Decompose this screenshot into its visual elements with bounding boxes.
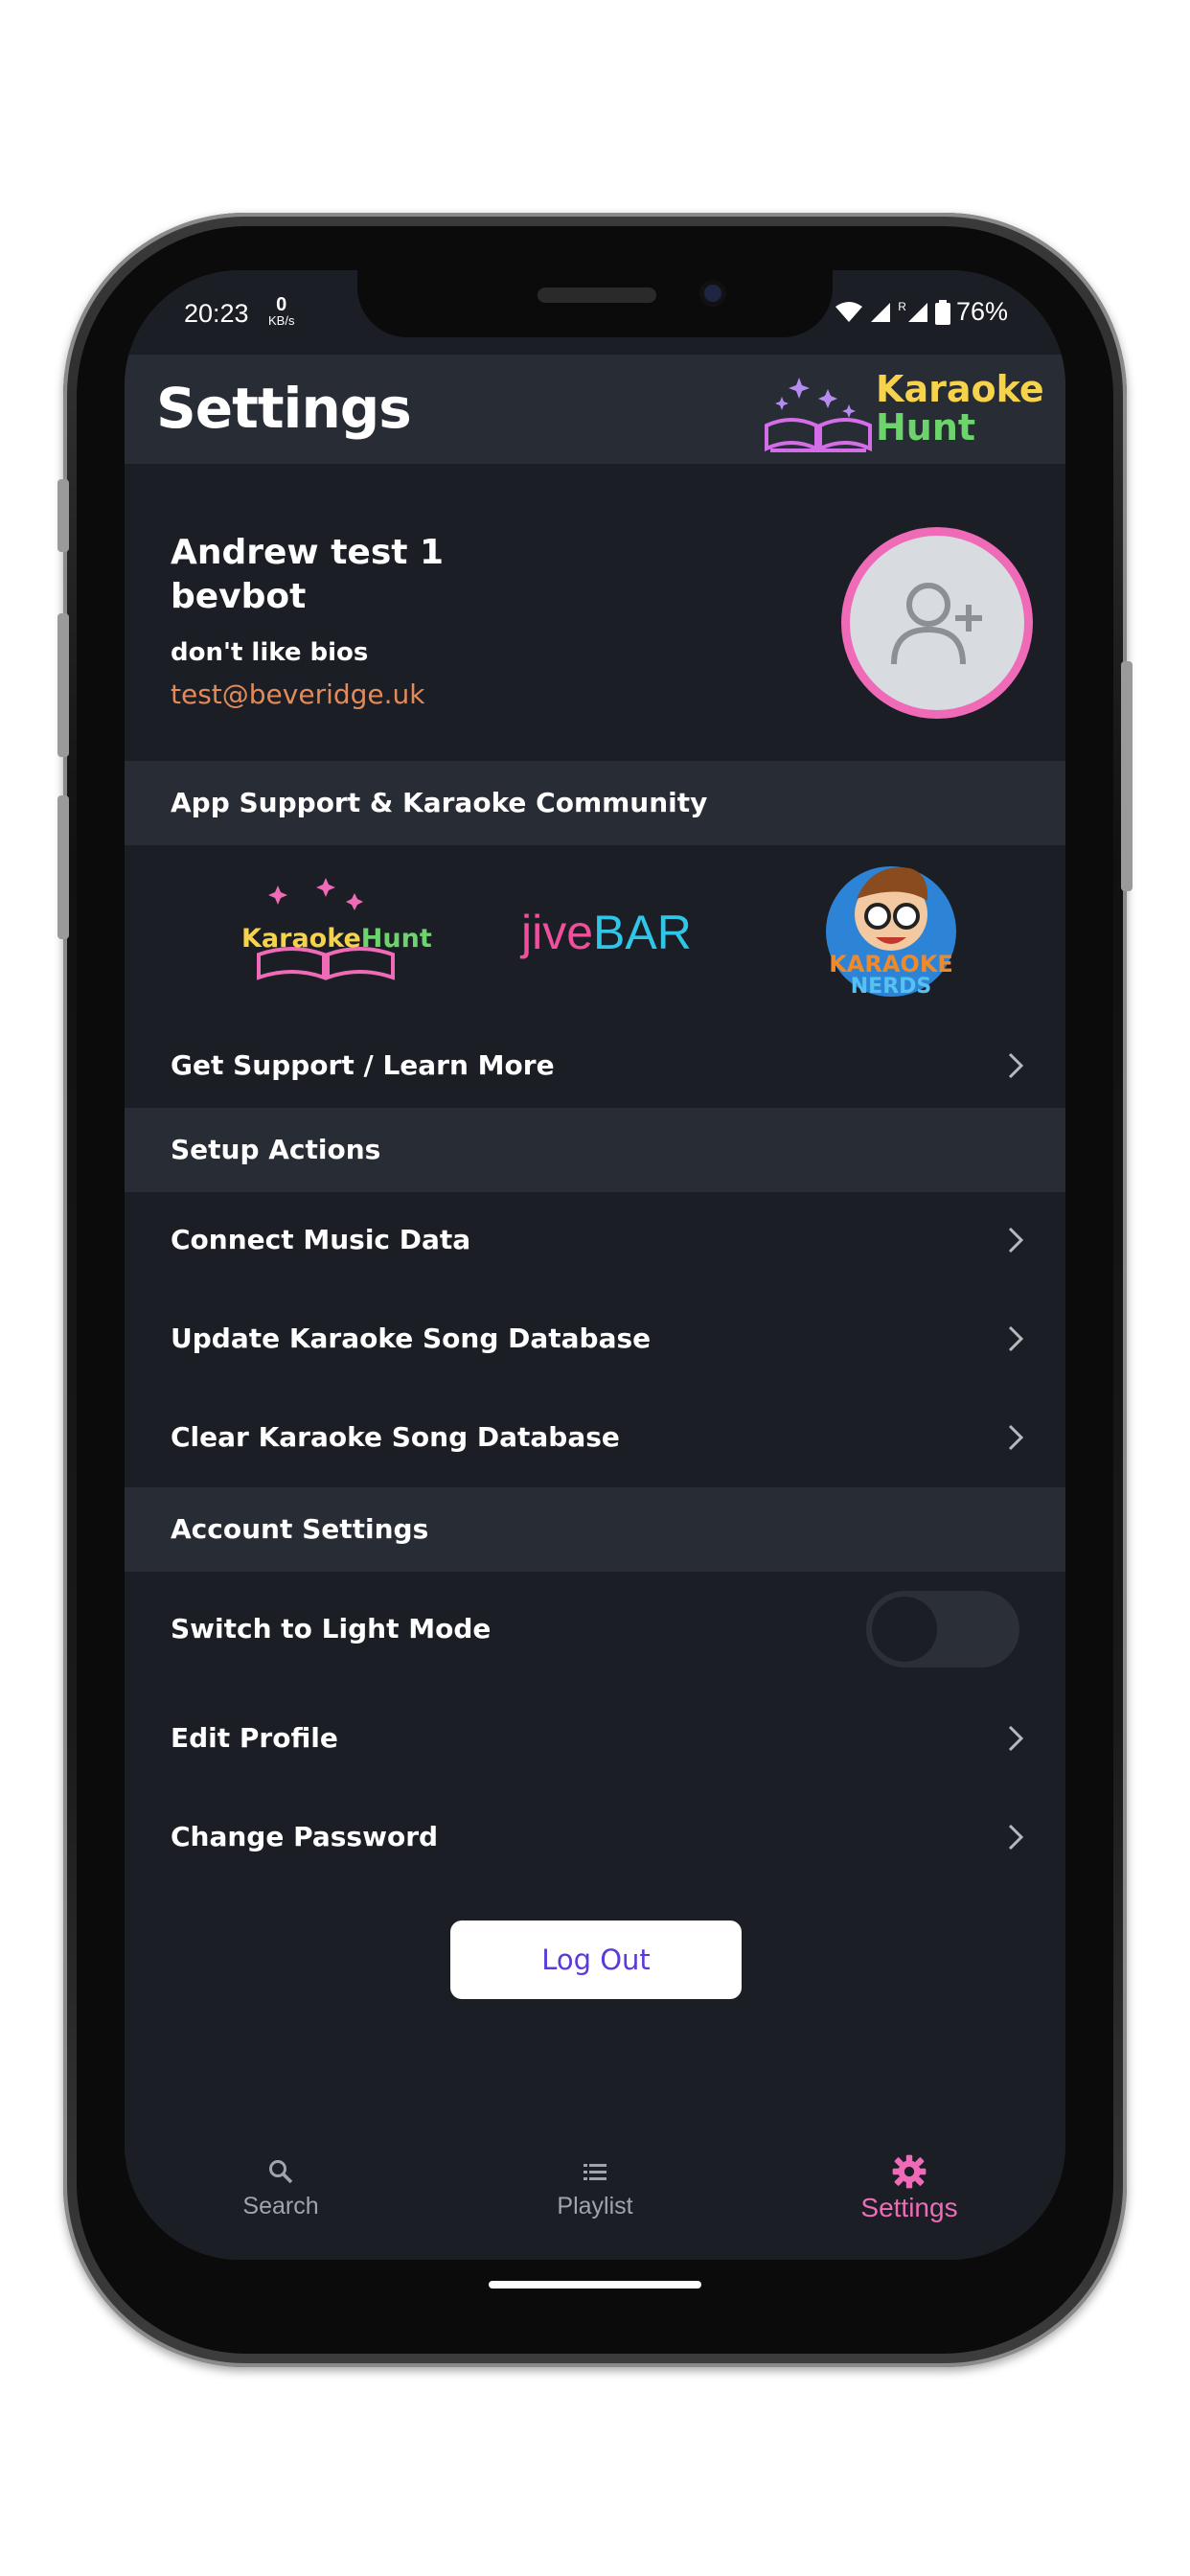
edit-profile-label: Edit Profile — [171, 1722, 338, 1754]
update-song-database-row[interactable]: Update Karaoke Song Database — [125, 1291, 1065, 1387]
network-speed-value: 0 — [276, 294, 287, 315]
get-support-row[interactable]: Get Support / Learn More — [125, 1018, 1065, 1114]
light-mode-row: Switch to Light Mode — [125, 1581, 1065, 1677]
chevron-right-icon — [1008, 1325, 1024, 1352]
list-icon — [584, 2164, 606, 2180]
chevron-right-icon — [1008, 1725, 1024, 1752]
chevron-right-icon — [1008, 1824, 1024, 1851]
status-time: 20:23 — [184, 299, 249, 328]
chevron-right-icon — [1008, 1424, 1024, 1451]
status-icons: R 76% — [835, 297, 1008, 327]
signal-icon — [871, 302, 891, 322]
profile-bio: don't like bios — [171, 638, 369, 667]
karaoke-nerds-logo[interactable]: KARAOKE NERDS — [814, 845, 968, 1008]
book-icon — [765, 378, 872, 452]
nerds-nerds-text: NERDS — [850, 975, 932, 999]
profile-name: Andrew test 1 — [171, 533, 445, 572]
home-indicator[interactable] — [489, 2281, 701, 2288]
partner-hunt-text: Hunt — [360, 924, 432, 954]
network-speed: 0 KB/s — [268, 295, 294, 327]
section-account: Account Settings — [125, 1487, 1065, 1572]
partner-karaoke-text: Karaoke — [241, 924, 361, 954]
nerds-karaoke-text: KARAOKE — [829, 951, 953, 978]
tab-settings[interactable]: Settings — [813, 2139, 1005, 2260]
karaoke-hunt-partner-wordmark: KaraokeHunt — [241, 924, 432, 954]
log-out-button[interactable]: Log Out — [450, 1920, 742, 1999]
app-header: Settings Karaoke Hunt — [125, 355, 1065, 464]
logo-line-1: Karaoke — [876, 368, 1044, 410]
logo-line-2: Hunt — [876, 406, 976, 448]
change-password-row[interactable]: Change Password — [125, 1789, 1065, 1885]
search-icon — [269, 2160, 293, 2184]
clear-song-database-label: Clear Karaoke Song Database — [171, 1421, 620, 1453]
karaoke-hunt-logo: Karaoke Hunt — [761, 364, 1048, 454]
add-user-icon — [891, 583, 982, 665]
get-support-label: Get Support / Learn More — [171, 1049, 555, 1081]
battery-percent: 76% — [955, 297, 1008, 326]
earpiece-speaker — [538, 288, 656, 303]
profile-username: bevbot — [171, 577, 307, 616]
community-logos: KaraokeHunt jiveBAR KARAOKE NERDS — [125, 845, 1065, 1018]
jivebar-logo[interactable]: jiveBAR — [521, 905, 713, 972]
light-mode-toggle[interactable] — [866, 1591, 1019, 1668]
tab-settings-label: Settings — [860, 2193, 958, 2222]
volume-up-button — [57, 613, 69, 757]
jivebar-bar-text: BAR — [593, 906, 692, 959]
signal-icon-2 — [907, 302, 927, 322]
clear-song-database-row[interactable]: Clear Karaoke Song Database — [125, 1390, 1065, 1485]
connect-music-data-label: Connect Music Data — [171, 1224, 471, 1255]
karaoke-hunt-partner-logo[interactable]: KaraokeHunt — [230, 874, 432, 989]
silent-switch — [57, 479, 69, 552]
karaoke-nerds-wordmark: KARAOKE NERDS — [814, 953, 968, 999]
network-speed-unit: KB/s — [268, 313, 295, 328]
bottom-tab-bar: Search Playlist Settings — [125, 2139, 1065, 2260]
section-setup: Setup Actions — [125, 1108, 1065, 1192]
page-title: Settings — [156, 376, 412, 441]
light-mode-label: Switch to Light Mode — [171, 1613, 492, 1644]
wifi-icon — [835, 301, 863, 322]
logo-wordmark: Karaoke Hunt — [876, 370, 1044, 447]
connect-music-data-row[interactable]: Connect Music Data — [125, 1192, 1065, 1288]
app-screen: 20:23 0 KB/s R 76% Settings Karaoke Hunt… — [125, 270, 1065, 2260]
chevron-right-icon — [1008, 1227, 1024, 1254]
tab-playlist-label: Playlist — [557, 2193, 633, 2220]
tab-search-label: Search — [242, 2193, 319, 2220]
battery-icon — [934, 299, 950, 325]
gear-icon — [892, 2154, 927, 2189]
volume-down-button — [57, 795, 69, 939]
camera-notch — [357, 270, 833, 337]
edit-profile-row[interactable]: Edit Profile — [125, 1690, 1065, 1786]
section-community: App Support & Karaoke Community — [125, 761, 1065, 845]
jivebar-jive-text: jive — [521, 906, 594, 959]
tab-playlist[interactable]: Playlist — [499, 2139, 691, 2260]
profile-email: test@beveridge.uk — [171, 678, 425, 710]
chevron-right-icon — [1008, 1052, 1024, 1079]
front-camera — [699, 280, 726, 307]
update-song-database-label: Update Karaoke Song Database — [171, 1322, 652, 1354]
tab-search[interactable]: Search — [185, 2139, 377, 2260]
power-button — [1121, 661, 1133, 891]
avatar-button[interactable] — [841, 527, 1033, 719]
profile-card: Andrew test 1 bevbot don't like bios tes… — [125, 464, 1065, 761]
toggle-knob — [872, 1597, 937, 1662]
change-password-label: Change Password — [171, 1821, 439, 1852]
roaming-indicator: R — [898, 299, 906, 313]
